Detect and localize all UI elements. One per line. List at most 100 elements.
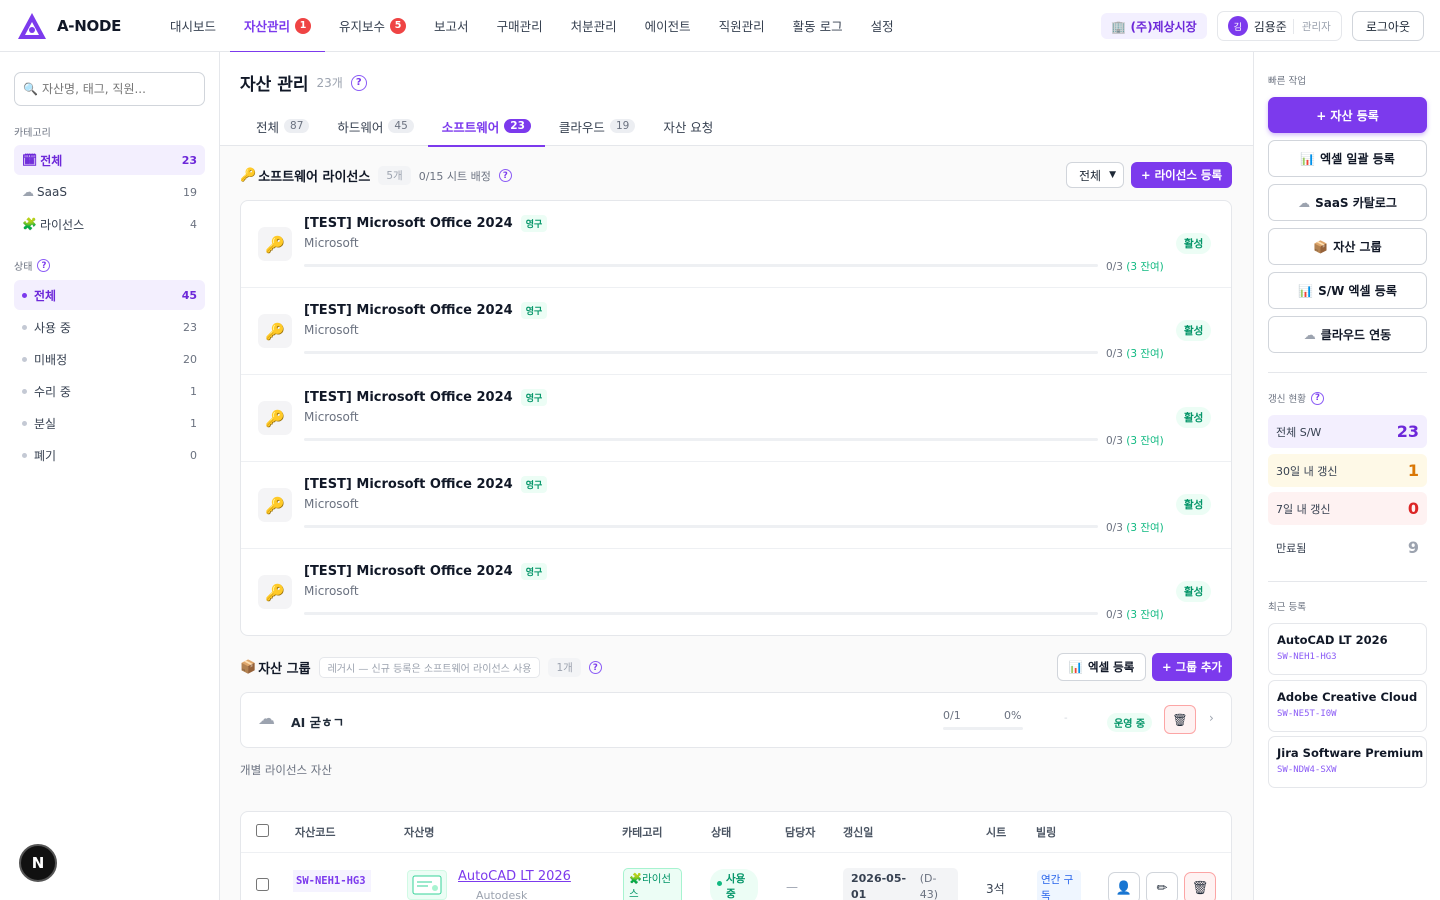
license-item[interactable]: 🔑 [TEST] Microsoft Office 2024 영구 Microso… [241, 549, 1231, 635]
license-item[interactable]: 🔑 [TEST] Microsoft Office 2024 영구 Microso… [241, 375, 1231, 462]
select-all-checkbox[interactable] [256, 824, 269, 837]
nav-purchasing[interactable]: 구매관리 [483, 0, 557, 52]
status-label: 미배정 [34, 352, 68, 367]
renewal-dday: (D-43) [919, 872, 939, 900]
help-icon[interactable]: ? [588, 661, 602, 674]
category-all[interactable]: 🗓 전체 23 [14, 145, 205, 175]
column-header-billing[interactable]: 빌링 [1036, 824, 1056, 840]
delete-group-button[interactable]: 🗑 [1164, 705, 1196, 734]
search-box[interactable]: 🔍 [14, 72, 205, 106]
status-count: 1 [190, 384, 197, 398]
recent-name: Jira Software Premium [1277, 746, 1424, 760]
nav-label: 유지보수 [339, 19, 386, 34]
column-header-name[interactable]: 자산명 [404, 824, 434, 840]
chevron-right-icon[interactable]: › [1209, 711, 1214, 725]
group-count: 1개 [548, 658, 581, 677]
status-lost[interactable]: 분실 1 [14, 408, 205, 438]
help-icon[interactable]: ? [498, 169, 512, 182]
column-header-status[interactable]: 상태 [711, 824, 731, 840]
column-header-code[interactable]: 자산코드 [295, 824, 335, 840]
category-count: 4 [190, 217, 197, 231]
nav-dashboard[interactable]: 대시보드 [156, 0, 230, 52]
logout-button[interactable]: 로그아웃 [1351, 11, 1424, 41]
company-badge[interactable]: 🏢 (주)제상시장 [1101, 13, 1207, 39]
asset-code[interactable]: SW-NEH1-HG3 [293, 870, 371, 892]
stat-renew-7d[interactable]: 7일 내 갱신 0 [1268, 492, 1427, 525]
tab-software[interactable]: 소프트웨어 23 [427, 106, 546, 147]
license-item[interactable]: 🔑 [TEST] Microsoft Office 2024 영구 Microso… [241, 288, 1231, 375]
status-dot-icon [22, 388, 27, 394]
column-header-category[interactable]: 카테고리 [622, 824, 662, 840]
nextjs-dev-button[interactable]: N [19, 844, 57, 882]
column-header-owner[interactable]: 담당자 [785, 824, 815, 840]
nav-reports[interactable]: 보고서 [420, 0, 483, 52]
category-license[interactable]: 🧩 라이선스 4 [14, 209, 205, 239]
nav-maintenance[interactable]: 유지보수 5 [325, 0, 420, 52]
tab-cloud[interactable]: 클라우드 19 [545, 106, 649, 146]
app-logo[interactable]: A-NODE [17, 12, 157, 40]
stat-expired[interactable]: 만료됨 9 [1268, 531, 1427, 564]
delete-button[interactable]: 🗑 [1184, 872, 1216, 900]
help-icon[interactable]: ? [37, 259, 51, 272]
status-dot-icon [22, 324, 27, 330]
help-icon[interactable]: ? [1310, 391, 1324, 405]
asset-name-link[interactable]: AutoCAD LT 2026 [458, 869, 571, 884]
nav-settings[interactable]: 설정 [857, 0, 908, 52]
edit-button[interactable]: ✏ [1146, 872, 1178, 900]
seat-count: 0/3 [1106, 261, 1123, 273]
group-excel-button[interactable]: 📊 엑셀 등록 [1057, 653, 1146, 681]
nav-activity-log[interactable]: 활동 로그 [779, 0, 857, 52]
key-icon: 🔑 [258, 401, 292, 435]
seat-usage: 0/3 (3 잔여) [1106, 259, 1164, 274]
excel-bulk-register-button[interactable]: 📊 엑셀 일괄 등록 [1268, 140, 1427, 177]
column-header-renewal[interactable]: 갱신일 [843, 824, 873, 840]
tab-all[interactable]: 전체 87 [242, 106, 323, 146]
column-header-seats[interactable]: 시트 [986, 824, 1006, 840]
panel-title-text: 최근 등록 [1268, 602, 1306, 613]
category-section-title: 카테고리 [14, 124, 51, 139]
recent-item[interactable]: AutoCAD LT 2026 SW-NEH1-HG3 [1268, 623, 1427, 675]
sw-excel-register-button[interactable]: 📊 S/W 엑셀 등록 [1268, 272, 1427, 309]
table-row[interactable]: SW-NEH1-HG3 AutoCAD LT 2026 Autodesk 🧩라이… [241, 853, 1231, 900]
button-label: SaaS 카탈로그 [1315, 196, 1397, 210]
license-item[interactable]: 🔑 [TEST] Microsoft Office 2024 영구 Microso… [241, 201, 1231, 288]
tab-label: 자산 요청 [663, 119, 714, 135]
renewal-date-badge: 2026-05-01 (D-43) [843, 868, 958, 900]
recent-item[interactable]: Adobe Creative Cloud SW-NE5T-I0W [1268, 680, 1427, 732]
nav-disposal[interactable]: 처분관리 [557, 0, 631, 52]
asset-group-button[interactable]: 📦 자산 그룹 [1268, 228, 1427, 265]
status-all[interactable]: 전체 45 [14, 280, 205, 310]
status-disposed[interactable]: 폐기 0 [14, 440, 205, 470]
tab-hardware[interactable]: 하드웨어 45 [323, 106, 427, 146]
renewal-date: 2026-05-01 [851, 872, 907, 900]
seat-usage: 0/3 (3 잔여) [1106, 433, 1164, 448]
license-filter-select[interactable]: 전체 ▼ [1066, 162, 1124, 188]
assign-user-button[interactable]: 👤 [1108, 872, 1140, 900]
license-item[interactable]: 🔑 [TEST] Microsoft Office 2024 영구 Microso… [241, 462, 1231, 549]
license-name-line: [TEST] Microsoft Office 2024 영구 [304, 563, 548, 580]
add-asset-button[interactable]: + 자산 등록 [1268, 97, 1427, 133]
status-repair[interactable]: 수리 중 1 [14, 376, 205, 406]
row-checkbox[interactable] [256, 878, 269, 891]
status-unassigned[interactable]: 미배정 20 [14, 344, 205, 374]
help-icon[interactable]: ? [350, 74, 367, 91]
cloud-integration-button[interactable]: ☁ 클라우드 연동 [1268, 316, 1427, 353]
saas-catalog-button[interactable]: ☁ SaaS 카탈로그 [1268, 184, 1427, 221]
status-in-use[interactable]: 사용 중 23 [14, 312, 205, 342]
panel-title-text: 빠른 작업 [1268, 76, 1306, 87]
nav-employees[interactable]: 직원관리 [705, 0, 779, 52]
nav-asset-management[interactable]: 자산관리 1 [230, 0, 326, 53]
user-menu[interactable]: 김 김용준 관리자 [1216, 11, 1342, 41]
main-nav: 대시보드 자산관리 1 유지보수 5 보고서 구매관리 처분관리 에이전트 직원관리… [156, 0, 908, 53]
category-saas[interactable]: ☁ SaaS 19 [14, 177, 205, 207]
stat-renew-30d[interactable]: 30일 내 갱신 1 [1268, 454, 1427, 487]
search-input[interactable] [41, 82, 192, 96]
stat-total-sw[interactable]: 전체 S/W 23 [1268, 415, 1427, 448]
asset-group-row[interactable]: ☁ AI 굳ㅎㄱ 0/1 0% - 운영 중 🗑 › [240, 692, 1232, 748]
nav-agents[interactable]: 에이전트 [631, 0, 705, 52]
add-group-button[interactable]: + 그룹 추가 [1152, 653, 1232, 681]
add-license-button[interactable]: + 라이선스 등록 [1131, 162, 1232, 188]
tab-asset-request[interactable]: 자산 요청 [649, 106, 727, 146]
renewal-status-title: 갱신 현황? [1268, 391, 1324, 405]
recent-item[interactable]: Jira Software Premium SW-NDW4-SXW [1268, 736, 1427, 788]
